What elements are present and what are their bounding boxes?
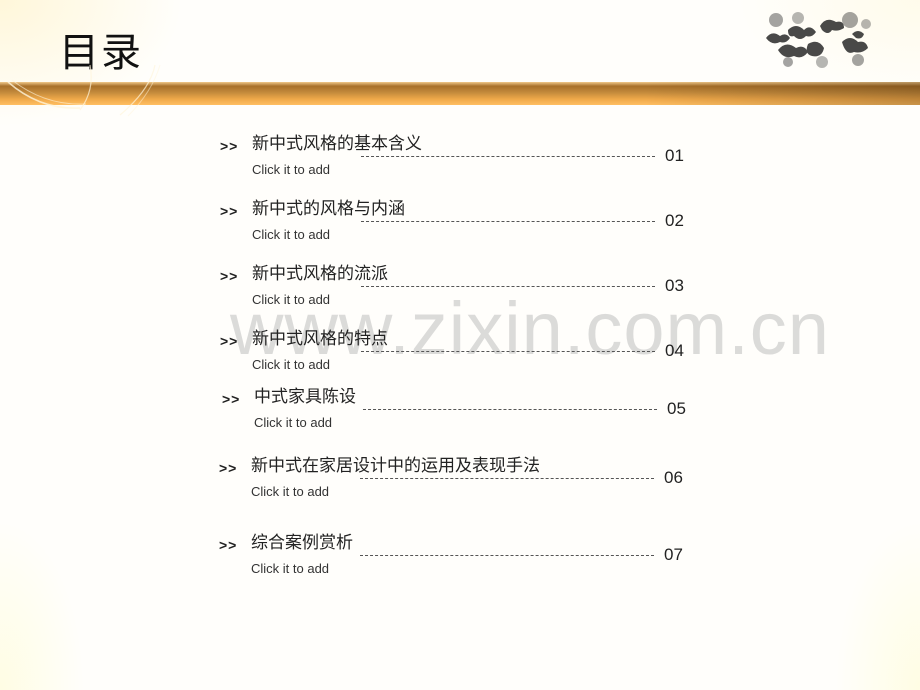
toc-item-subtitle[interactable]: Click it to add (252, 162, 330, 178)
cloud-pattern-icon (766, 12, 871, 68)
page-title: 目录 (59, 30, 143, 76)
dotted-leader-line (360, 555, 654, 556)
toc-item-number: 02 (665, 211, 684, 230)
toc-item-number: 01 (665, 146, 684, 165)
arrow-icon: >> (219, 460, 238, 476)
toc-item-title[interactable]: 中式家具陈设 (254, 385, 356, 409)
toc-item-title[interactable]: 新中式的风格与内涵 (252, 197, 405, 221)
toc-item-subtitle[interactable]: Click it to add (252, 292, 330, 308)
toc-item-title[interactable]: 综合案例赏析 (251, 531, 353, 555)
dotted-leader-line (361, 156, 655, 157)
toc-item-number: 05 (667, 399, 686, 418)
toc-item-6[interactable]: >> 新中式在家居设计中的运用及表现手法 06 Click it to add (0, 456, 919, 508)
toc-item-title[interactable]: 新中式风格的特点 (252, 327, 388, 351)
toc-item-subtitle[interactable]: Click it to add (251, 484, 329, 500)
toc-item-4[interactable]: >> 新中式风格的特点 04 Click it to add (0, 329, 920, 381)
toc-item-subtitle[interactable]: Click it to add (252, 227, 330, 243)
toc-item-number: 06 (664, 468, 683, 487)
toc-item-title[interactable]: 新中式风格的基本含义 (252, 132, 422, 156)
toc-item-2[interactable]: >> 新中式的风格与内涵 02 Click it to add (0, 199, 920, 251)
dotted-leader-line (360, 478, 654, 479)
arrow-icon: >> (219, 537, 238, 553)
dotted-leader-line (363, 409, 657, 410)
arrow-icon: >> (220, 138, 239, 154)
dotted-leader-line (361, 351, 655, 352)
toc-item-number: 04 (665, 341, 684, 360)
toc-item-subtitle[interactable]: Click it to add (252, 357, 330, 373)
arrow-icon: >> (220, 333, 239, 349)
toc-item-3[interactable]: >> 新中式风格的流派 03 Click it to add (0, 264, 920, 316)
arrow-icon: >> (220, 203, 239, 219)
toc-item-title[interactable]: 新中式风格的流派 (252, 262, 388, 286)
toc-item-1[interactable]: >> 新中式风格的基本含义 01 Click it to add (0, 134, 920, 186)
toc-item-subtitle[interactable]: Click it to add (251, 561, 329, 577)
toc-item-5[interactable]: >> 中式家具陈设 05 Click it to add (2, 387, 920, 439)
dotted-leader-line (361, 221, 655, 222)
arrow-icon: >> (222, 391, 241, 407)
toc-item-number: 07 (664, 545, 683, 564)
arrow-icon: >> (220, 268, 239, 284)
dotted-leader-line (361, 286, 655, 287)
toc-item-subtitle[interactable]: Click it to add (254, 415, 332, 431)
header-bar (0, 82, 920, 105)
toc-item-number: 03 (665, 276, 684, 295)
toc-item-title[interactable]: 新中式在家居设计中的运用及表现手法 (251, 454, 540, 478)
toc-item-7[interactable]: >> 综合案例赏析 07 Click it to add (0, 533, 919, 585)
